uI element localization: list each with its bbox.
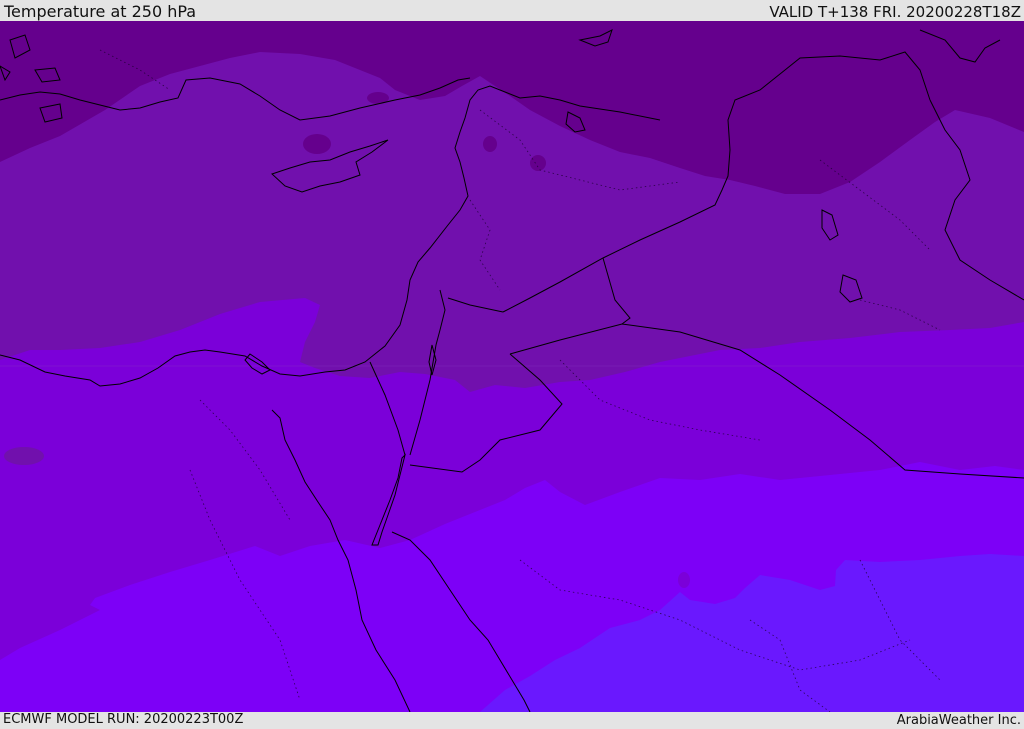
footer-bar: ECMWF MODEL RUN: 20200223T00Z ArabiaWeat… <box>0 712 1024 729</box>
valid-time: VALID T+138 FRI. 20200228T18Z <box>769 3 1021 21</box>
blob-cold-1 <box>303 134 331 154</box>
blob-warm-1 <box>678 572 690 588</box>
credit: ArabiaWeather Inc. <box>896 713 1021 728</box>
header-bar: Temperature at 250 hPa VALID T+138 FRI. … <box>0 0 1024 21</box>
blob-cold-3 <box>530 155 546 171</box>
blob-cold-2 <box>483 136 497 152</box>
model-run: ECMWF MODEL RUN: 20200223T00Z <box>3 712 244 727</box>
map-title: Temperature at 250 hPa <box>4 2 197 21</box>
temperature-map <box>0 21 1024 712</box>
blob-cold-5 <box>4 447 44 465</box>
